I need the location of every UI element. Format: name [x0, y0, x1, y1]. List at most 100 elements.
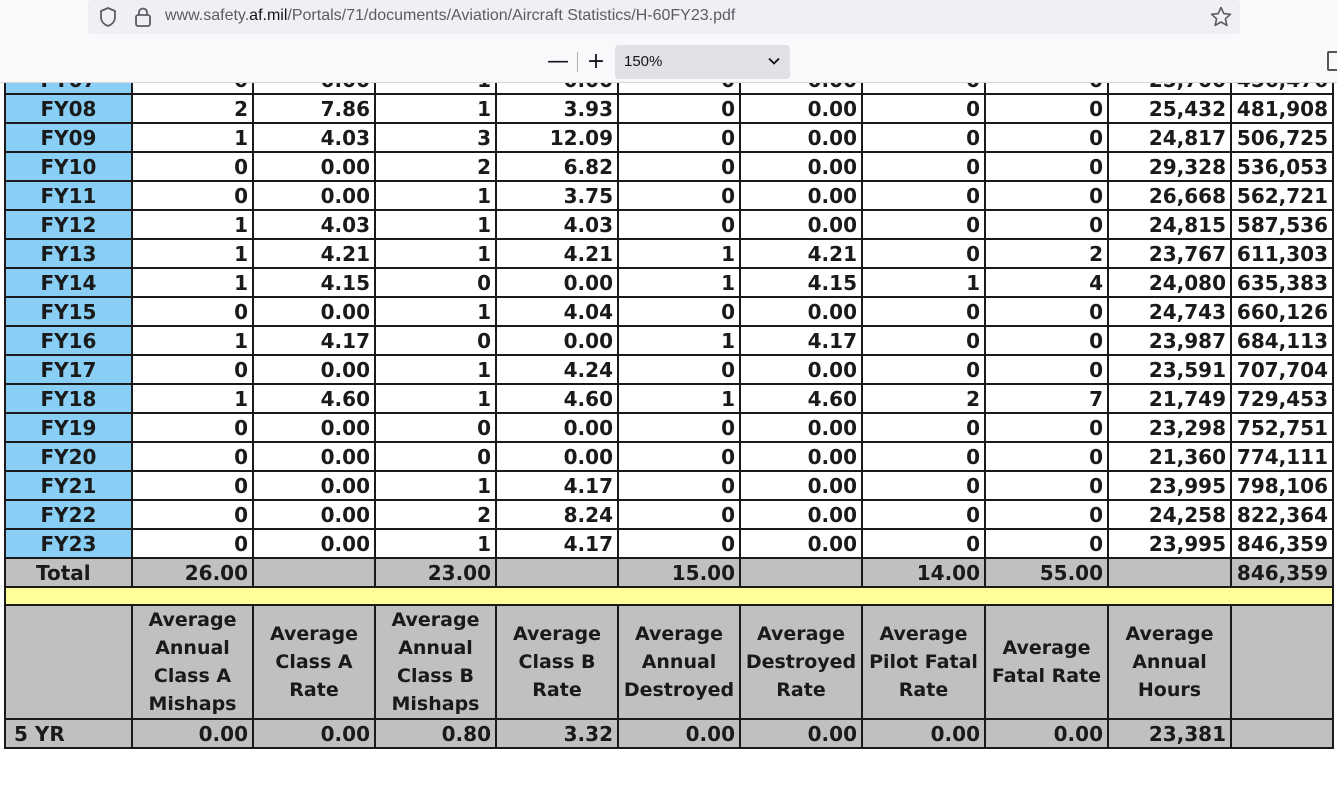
total-cell: 15.00	[617, 557, 741, 588]
table-cell: 0	[861, 296, 986, 327]
table-row: FY19 0 0.00 0 0.00 0 0.00 0 0 23,298 752,751	[4, 412, 1334, 443]
table-cell: 0.00	[495, 441, 619, 472]
table-cell: 1	[374, 528, 497, 559]
url-prefix: www.safety.	[165, 7, 250, 24]
table-cell: 0	[131, 412, 254, 443]
table-row: FY12 1 4.03 1 4.03 0 0.00 0 0 24,815 587,536	[4, 209, 1334, 240]
average-header-cell: Average Annual Class A Mishaps	[131, 604, 254, 720]
table-cell: 0	[617, 93, 741, 124]
table-cell: 0	[861, 151, 986, 182]
sidebar-toggle-icon[interactable]	[1327, 51, 1337, 71]
table-cell: 0	[984, 151, 1109, 182]
table-cell: 0	[861, 238, 986, 269]
table-row: FY20 0 0.00 0 0.00 0 0.00 0 0 21,360 774,111	[4, 441, 1334, 472]
fiscal-year-cell: FY17	[4, 354, 133, 385]
mishap-statistics-table: FY0700.0010.0000.000025,700456,476FY0827…	[4, 83, 1334, 749]
table-cell: 0.00	[739, 209, 863, 240]
url-text[interactable]: www.safety.af.mil/Portals/71/documents/A…	[165, 7, 735, 25]
table-cell: 822,364	[1230, 499, 1334, 530]
fiscal-year-cell: FY11	[4, 180, 133, 211]
tracking-protection-shield-icon[interactable]	[97, 6, 119, 28]
table-cell: 587,536	[1230, 209, 1334, 240]
chevron-down-icon	[768, 57, 780, 65]
table-cell: 0.00	[252, 354, 376, 385]
table-cell: 0.00	[252, 470, 376, 501]
table-cell: 7.86	[252, 93, 376, 124]
table-cell: 0.00	[495, 412, 619, 443]
table-cell: 4.15	[252, 267, 376, 298]
table-cell: 24,815	[1107, 209, 1232, 240]
table-cell: 1	[617, 238, 741, 269]
table-cell: 0.00	[495, 267, 619, 298]
table-cell: 23,298	[1107, 412, 1232, 443]
table-cell: 6.82	[495, 151, 619, 182]
table-cell: 0	[861, 93, 986, 124]
average-header-cell: Average Destroyed Rate	[739, 604, 863, 720]
table-cell: 0	[984, 470, 1109, 501]
table-row: FY15 0 0.00 1 4.04 0 0.00 0 0 24,743 660,126	[4, 296, 1334, 327]
url-host: af.mil	[249, 7, 288, 24]
table-row: FY22 0 0.00 2 8.24 0 0.00 0 0 24,258 822,364	[4, 499, 1334, 530]
table-cell: 0	[617, 354, 741, 385]
table-cell: 456,476	[1230, 83, 1334, 95]
average-cell: 0.00	[984, 718, 1109, 749]
table-cell: 4.03	[495, 209, 619, 240]
table-cell: 0.00	[739, 441, 863, 472]
table-cell: 1	[374, 296, 497, 327]
total-row: Total 26.00 23.00 15.00 14.00 55.00 846,359	[4, 557, 1334, 588]
bookmark-star-icon[interactable]	[1209, 5, 1233, 29]
five-year-average-row: 5 YR 0.00 0.00 0.80 3.32 0.00 0.00 0.00 0.00 23,3…	[4, 718, 1334, 749]
fiscal-year-cell: FY22	[4, 499, 133, 530]
zoom-in-button[interactable]: +	[584, 49, 608, 75]
zoom-out-button[interactable]: —	[546, 49, 570, 75]
table-cell: 0	[861, 83, 986, 95]
table-cell: 0	[617, 296, 741, 327]
table-cell: 1	[131, 267, 254, 298]
table-cell: 774,111	[1230, 441, 1334, 472]
table-row: FY17 0 0.00 1 4.24 0 0.00 0 0 23,591 707,704	[4, 354, 1334, 385]
table-cell: 611,303	[1230, 238, 1334, 269]
table-cell: 12.09	[495, 122, 619, 153]
zoom-value: 150%	[624, 53, 663, 70]
average-header-cell: Average Fatal Rate	[984, 604, 1109, 720]
table-cell: 1	[374, 93, 497, 124]
table-cell: 0	[131, 296, 254, 327]
table-cell: 2	[131, 93, 254, 124]
average-header-cell: Average Annual Destroyed	[617, 604, 741, 720]
table-cell: 8.24	[495, 499, 619, 530]
table-cell: 24,743	[1107, 296, 1232, 327]
table-cell: 21,749	[1107, 383, 1232, 414]
table-row: FY16 1 4.17 0 0.00 1 4.17 0 0 23,987 684,113	[4, 325, 1334, 356]
table-cell: 0.00	[739, 528, 863, 559]
zoom-divider	[577, 52, 578, 72]
table-cell: 0	[984, 499, 1109, 530]
pdf-toolbar: — + 150%	[0, 41, 1337, 83]
table-cell: 0.00	[739, 122, 863, 153]
table-cell: 752,751	[1230, 412, 1334, 443]
table-cell: 0	[861, 441, 986, 472]
separator-row	[4, 586, 1334, 606]
pdf-viewer[interactable]: FY0700.0010.0000.000025,700456,476FY0827…	[0, 83, 1337, 788]
url-path: /Portals/71/documents/Aviation/Aircraft …	[287, 7, 736, 24]
table-cell: 0.00	[252, 499, 376, 530]
total-cell: 55.00	[984, 557, 1109, 588]
table-cell: 0	[861, 122, 986, 153]
table-cell: 0	[861, 325, 986, 356]
table-cell: 0	[374, 441, 497, 472]
table-cell: 4.04	[495, 296, 619, 327]
table-cell: 1	[131, 122, 254, 153]
table-cell: 4.17	[495, 470, 619, 501]
table-cell: 24,817	[1107, 122, 1232, 153]
zoom-select[interactable]: 150%	[615, 45, 790, 79]
table-row: FY11 0 0.00 1 3.75 0 0.00 0 0 26,668 562,721	[4, 180, 1334, 211]
table-cell: 1	[861, 267, 986, 298]
table-cell: 0	[617, 83, 741, 95]
table-cell: 0	[861, 354, 986, 385]
table-cell: 4.03	[252, 122, 376, 153]
table-cell: 684,113	[1230, 325, 1334, 356]
fiscal-year-cell: FY09	[4, 122, 133, 153]
fiscal-year-cell: FY08	[4, 93, 133, 124]
table-cell: 846,359	[1230, 528, 1334, 559]
lock-icon[interactable]	[132, 6, 154, 28]
table-cell: 1	[374, 180, 497, 211]
